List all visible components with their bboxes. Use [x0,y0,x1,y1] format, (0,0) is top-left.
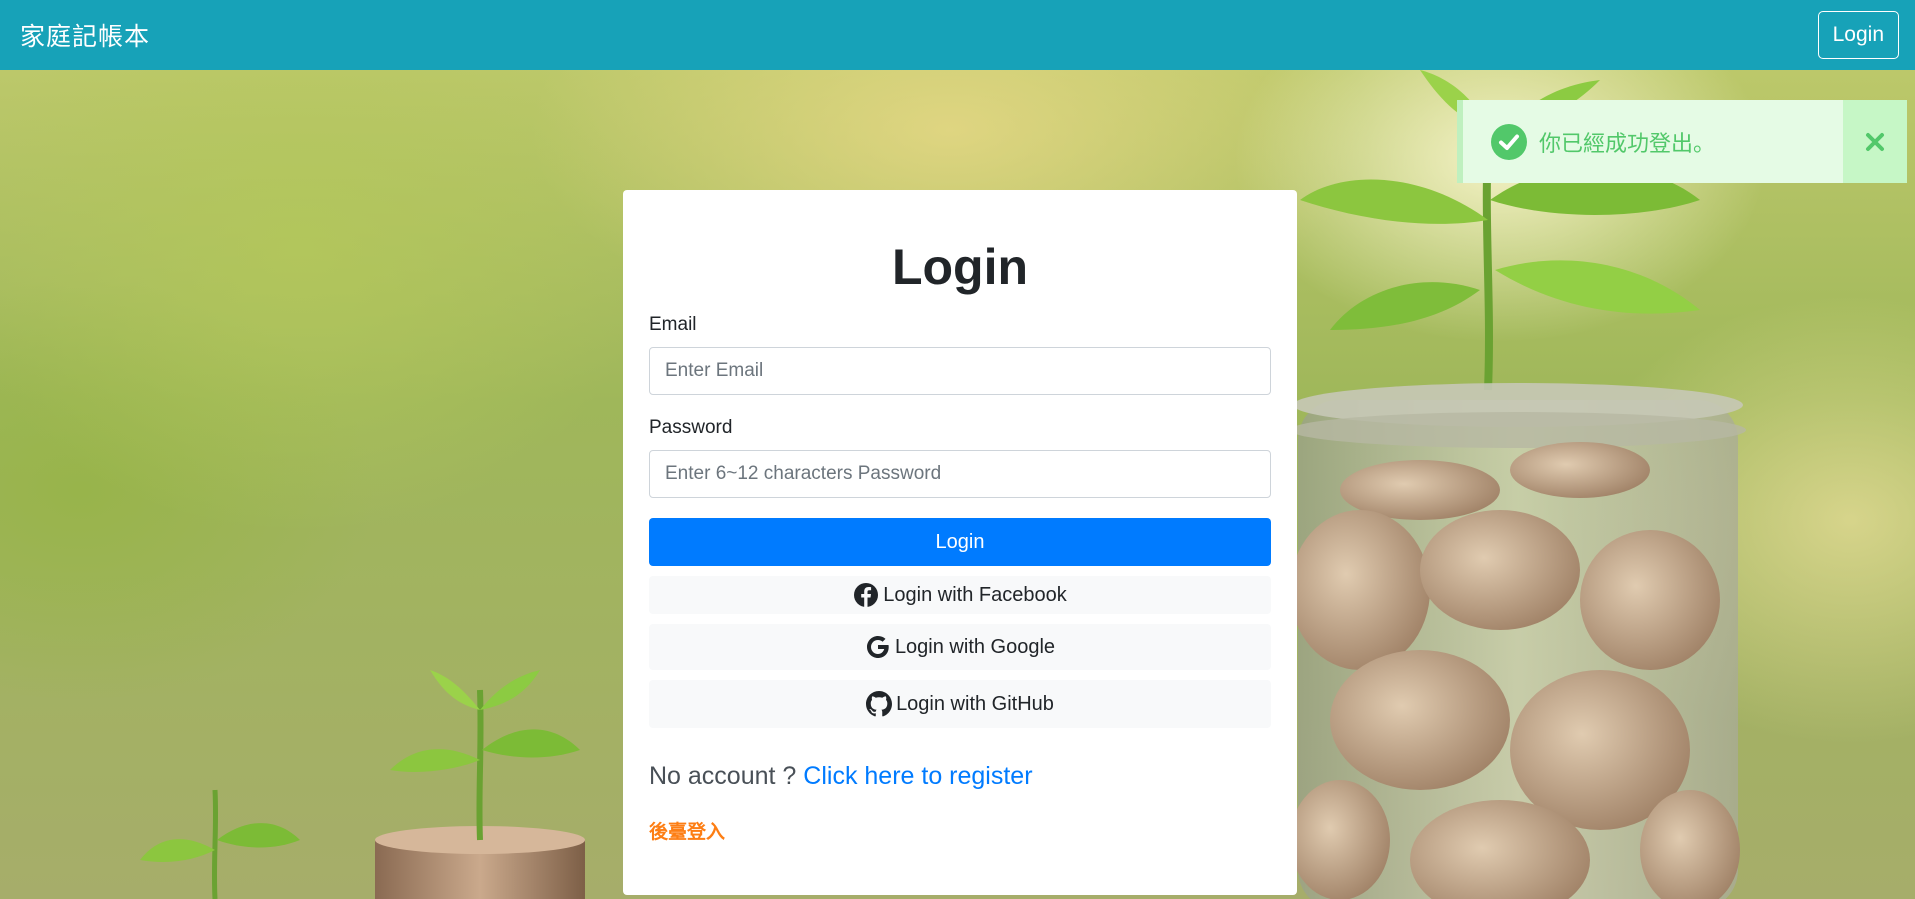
register-prompt: No account ? Click here to register [649,762,1271,791]
google-label: Login with Google [894,635,1056,658]
navbar-login-button[interactable]: Login [1817,11,1899,59]
email-label: Email [649,314,697,335]
password-label: Password [649,417,733,438]
facebook-icon [854,583,879,607]
toast-close-button[interactable] [1843,100,1907,183]
facebook-label: Login with Facebook [883,583,1067,606]
login-facebook-button[interactable]: Login with Facebook [649,576,1271,614]
no-account-text: No account ? [649,762,797,790]
navbar: 家庭記帳本 Login [0,0,1915,70]
github-icon [866,691,893,717]
google-icon [866,636,889,658]
check-circle-icon [1491,123,1527,160]
login-title: Login [891,239,1029,295]
toast-message: 你已經成功登出。 [1539,131,1716,157]
login-google-button[interactable]: Login with Google [649,624,1271,670]
login-github-button[interactable]: Login with GitHub [649,680,1271,728]
logout-success-toast: 你已經成功登出。 [1457,100,1907,183]
admin-login-link[interactable]: 後臺登入 [649,817,725,844]
password-field[interactable] [649,450,1271,498]
github-label: Login with GitHub [896,692,1054,715]
login-card: Login Email Password Login Login with Fa… [623,190,1297,895]
email-field[interactable] [649,347,1271,395]
brand-title[interactable]: 家庭記帳本 [20,17,150,53]
close-icon[interactable] [1865,132,1885,152]
register-link[interactable]: Click here to register [803,762,1032,790]
login-submit-button[interactable]: Login [649,518,1271,566]
